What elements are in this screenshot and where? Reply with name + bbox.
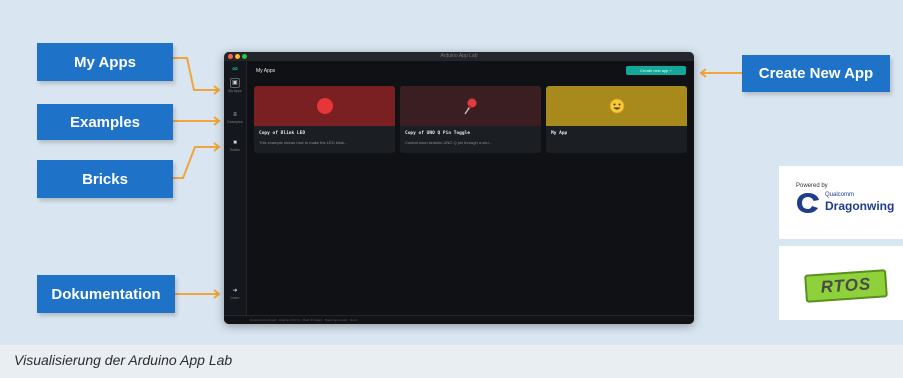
figure-caption: Visualisierung der Arduino App Lab	[14, 352, 233, 368]
callout-examples: Examples	[37, 104, 173, 140]
sidebar-item-label: Learn	[230, 296, 240, 300]
callout-dokumentation: Dokumentation	[37, 275, 175, 313]
page-title: My Apps	[256, 68, 276, 74]
title-bar: Arduino App Lab	[224, 52, 694, 61]
qualcomm-name: Qualcomm	[825, 192, 855, 198]
app-card-pin-toggle[interactable]: Copy of UNO Q Pin Toggle Control each Ar…	[400, 86, 541, 153]
bricks-icon: ■	[233, 140, 237, 146]
callout-create-new-app: Create New App	[742, 55, 890, 92]
create-new-app-button[interactable]: Create new app +	[626, 66, 686, 75]
card-header	[546, 86, 687, 126]
sidebar-item-bricks[interactable]: ■ Bricks	[224, 139, 246, 152]
card-description: Control each Arduino UNO Q pin through a…	[405, 140, 492, 145]
callout-my-apps: My Apps	[37, 43, 173, 81]
sidebar-item-examples[interactable]: ≡ Examples	[224, 111, 246, 124]
red-circle-icon	[317, 98, 333, 114]
arduino-logo-icon: ∞	[232, 64, 238, 73]
apps-icon: ▣	[230, 78, 240, 88]
card-title: Copy of Blink LED	[259, 131, 306, 136]
card-title: Copy of UNO Q Pin Toggle	[405, 131, 471, 136]
examples-icon: ≡	[233, 112, 237, 118]
callout-bricks: Bricks	[37, 160, 173, 198]
status-bar: Connected to board · Arduino UNO Q · Fla…	[224, 315, 694, 324]
powered-by-label: Powered by	[796, 183, 828, 189]
card-title: My App	[551, 131, 568, 136]
app-window: Arduino App Lab ∞ ▣ My Apps ≡ Examples ■…	[224, 52, 694, 324]
sidebar: ∞ ▣ My Apps ≡ Examples ■ Bricks ➜ Learn	[224, 61, 247, 316]
sidebar-item-label: Bricks	[230, 148, 240, 152]
card-description: This example shows how to make the LED b…	[259, 140, 348, 145]
smiley-icon	[609, 98, 625, 114]
sidebar-item-my-apps[interactable]: ▣ My Apps	[224, 78, 246, 93]
main-content: My Apps Create new app + Copy of Blink L…	[246, 61, 694, 316]
window-title: Arduino App Lab	[440, 53, 478, 59]
qualcomm-dragonwing-logo: Powered by Qualcomm Dragonwing	[779, 166, 903, 239]
app-card-my-app[interactable]: My App	[546, 86, 687, 153]
card-header	[400, 86, 541, 126]
card-header	[254, 86, 395, 126]
sidebar-item-learn[interactable]: ➜ Learn	[224, 287, 246, 300]
sidebar-item-label: My Apps	[228, 89, 242, 93]
pin-icon	[464, 98, 477, 115]
sidebar-item-label: Examples	[227, 120, 243, 124]
learn-icon: ➜	[232, 288, 238, 294]
app-card-blink-led[interactable]: Copy of Blink LED This example shows how…	[254, 86, 395, 153]
rtos-badge: RTOS	[804, 269, 888, 303]
qualcomm-mark-icon	[797, 193, 819, 213]
dragonwing-name: Dragonwing	[825, 199, 895, 213]
rtos-logo: RTOS	[779, 246, 903, 320]
